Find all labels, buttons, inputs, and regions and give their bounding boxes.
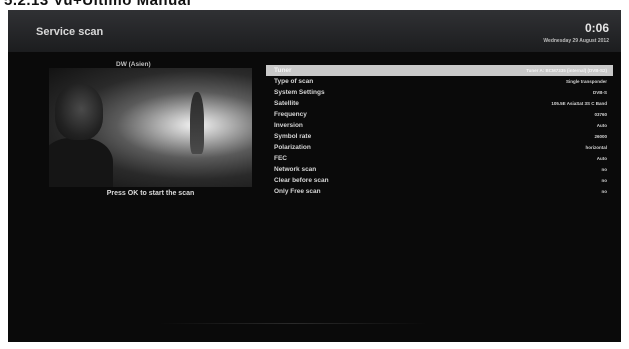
menu-label: Frequency — [274, 111, 307, 118]
menu-value: Single transponder — [565, 79, 607, 84]
start-scan-prompt: Press OK to start the scan — [106, 190, 195, 197]
menu-label: Clear before scan — [274, 177, 329, 184]
screen-title: Service scan — [36, 26, 104, 38]
manual-heading: 5.2.13 Vu+Ultimo Manual — [4, 0, 191, 8]
menu-value: 26000 — [594, 134, 607, 139]
video-preview — [49, 68, 252, 187]
menu-row-clear-before-scan[interactable]: Clear before scan no — [266, 175, 613, 186]
channel-name: DW (Asien) — [116, 61, 151, 68]
menu-value: DVB-S — [592, 90, 607, 95]
title-bar: Service scan 0:06 Wednesday 29 August 20… — [8, 10, 621, 52]
menu-label: Tuner — [274, 67, 292, 74]
menu-label: Type of scan — [274, 78, 314, 85]
menu-value: no — [601, 167, 608, 172]
video-distant-figure — [190, 92, 204, 154]
menu-label: System Settings — [274, 89, 325, 96]
menu-value: Auto — [596, 123, 607, 128]
menu-label: Only Free scan — [274, 188, 321, 195]
menu-value: 105.5E AsiaSat 3S C Band — [551, 101, 607, 106]
menu-value: Tuner A: BCM7335 (internal) (DVB-S2) — [526, 68, 607, 73]
clock: 0:06 — [584, 21, 609, 35]
menu-value: Auto — [596, 156, 607, 161]
menu-value: horizontal — [585, 145, 608, 150]
scan-settings-menu: Tuner Tuner A: BCM7335 (internal) (DVB-S… — [266, 65, 613, 197]
menu-row-inversion[interactable]: Inversion Auto — [266, 120, 613, 131]
menu-label: Polarization — [274, 144, 311, 151]
menu-value: 03760 — [594, 112, 607, 117]
menu-row-system-settings[interactable]: System Settings DVB-S — [266, 87, 613, 98]
menu-label: Inversion — [274, 122, 303, 129]
video-person-silhouette — [49, 138, 113, 187]
menu-label: FEC — [274, 155, 287, 162]
menu-value: no — [601, 189, 608, 194]
menu-row-network-scan[interactable]: Network scan no — [266, 164, 613, 175]
service-scan-screen: Service scan 0:06 Wednesday 29 August 20… — [8, 10, 621, 342]
menu-row-satellite[interactable]: Satellite 105.5E AsiaSat 3S C Band — [266, 98, 613, 109]
menu-row-frequency[interactable]: Frequency 03760 — [266, 109, 613, 120]
menu-value: no — [601, 178, 608, 183]
menu-row-polarization[interactable]: Polarization horizontal — [266, 142, 613, 153]
menu-label: Satellite — [274, 100, 299, 107]
menu-row-fec[interactable]: FEC Auto — [266, 153, 613, 164]
menu-row-only-free-scan[interactable]: Only Free scan no — [266, 186, 613, 197]
date: Wednesday 29 August 2012 — [543, 38, 609, 44]
bottom-divider — [158, 323, 428, 324]
menu-row-tuner[interactable]: Tuner Tuner A: BCM7335 (internal) (DVB-S… — [266, 65, 613, 76]
menu-label: Symbol rate — [274, 133, 312, 140]
menu-label: Network scan — [274, 166, 317, 173]
menu-row-type-of-scan[interactable]: Type of scan Single transponder — [266, 76, 613, 87]
video-person-head — [55, 84, 103, 140]
menu-row-symbol-rate[interactable]: Symbol rate 26000 — [266, 131, 613, 142]
